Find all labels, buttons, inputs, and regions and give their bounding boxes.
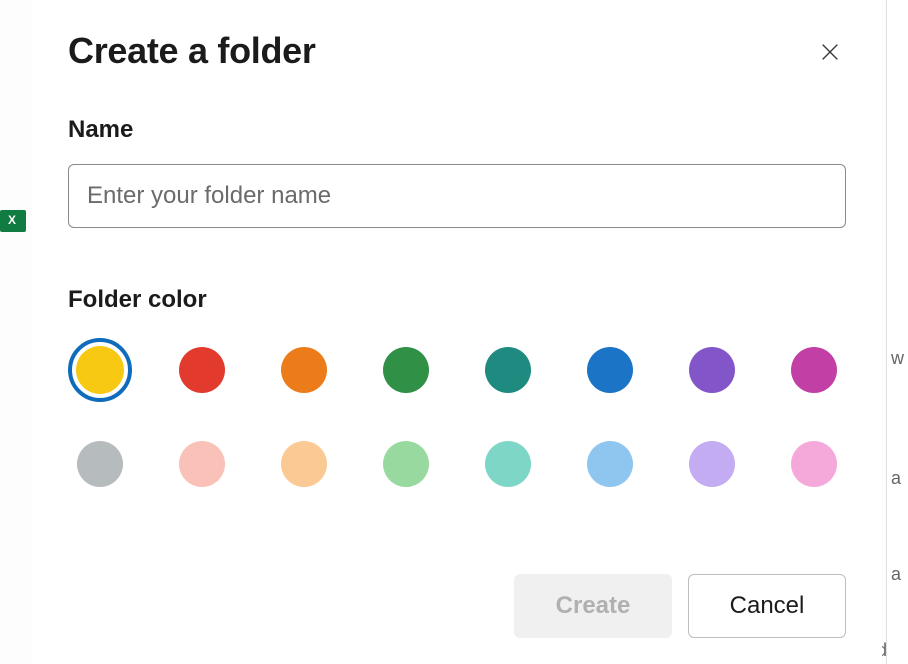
color-swatch-light-blue[interactable] — [578, 434, 642, 494]
close-button[interactable] — [814, 36, 846, 68]
dialog-title: Create a folder — [68, 30, 316, 72]
name-field-group: Name — [68, 116, 846, 228]
color-swatch-grey[interactable] — [68, 434, 132, 494]
dialog-footer: Create Cancel — [514, 574, 846, 638]
create-button[interactable]: Create — [514, 574, 672, 638]
swatch-circle — [485, 441, 531, 487]
color-swatch-light-teal[interactable] — [476, 434, 540, 494]
swatch-circle — [485, 347, 531, 393]
name-label: Name — [68, 116, 846, 144]
swatch-circle — [587, 441, 633, 487]
background-right-strip: w a a d — [886, 0, 908, 664]
color-swatch-blue[interactable] — [578, 340, 642, 400]
swatch-circle — [383, 347, 429, 393]
color-swatch-yellow[interactable] — [68, 340, 132, 400]
close-icon — [819, 41, 841, 63]
swatch-circle — [587, 347, 633, 393]
color-swatch-orange[interactable] — [272, 340, 336, 400]
swatch-circle — [689, 441, 735, 487]
color-swatch-light-purple[interactable] — [680, 434, 744, 494]
color-swatch-magenta[interactable] — [782, 340, 846, 400]
color-swatch-purple[interactable] — [680, 340, 744, 400]
swatch-circle — [77, 441, 123, 487]
swatch-circle — [281, 347, 327, 393]
dialog-header: Create a folder — [68, 30, 846, 72]
swatch-circle — [76, 346, 124, 394]
color-swatch-light-orange[interactable] — [272, 434, 336, 494]
swatch-circle — [383, 441, 429, 487]
color-grid — [68, 340, 846, 494]
color-swatch-light-red[interactable] — [170, 434, 234, 494]
cancel-button[interactable]: Cancel — [688, 574, 846, 638]
swatch-circle — [791, 441, 837, 487]
color-swatch-light-pink[interactable] — [782, 434, 846, 494]
folder-name-input[interactable] — [68, 164, 846, 228]
color-swatch-green[interactable] — [374, 340, 438, 400]
selected-ring — [68, 338, 132, 402]
create-folder-dialog: Create a folder Name Folder color Create… — [32, 0, 882, 664]
swatch-circle — [179, 441, 225, 487]
swatch-circle — [689, 347, 735, 393]
swatch-circle — [791, 347, 837, 393]
color-field-group: Folder color — [68, 286, 846, 494]
color-label: Folder color — [68, 286, 846, 314]
swatch-circle — [179, 347, 225, 393]
background-excel-icon — [0, 210, 26, 232]
swatch-circle — [281, 441, 327, 487]
color-swatch-light-green[interactable] — [374, 434, 438, 494]
color-swatch-red[interactable] — [170, 340, 234, 400]
color-swatch-teal[interactable] — [476, 340, 540, 400]
